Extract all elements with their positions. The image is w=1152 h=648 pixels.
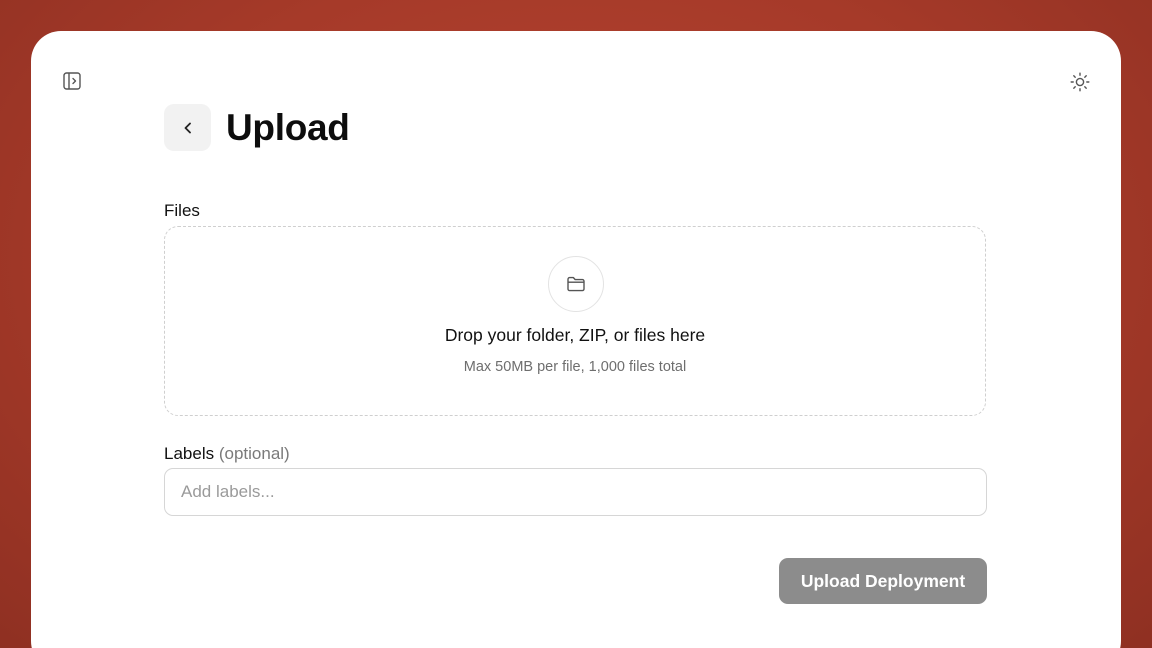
dropzone-subtitle: Max 50MB per file, 1,000 files total [463, 359, 687, 375]
sun-icon[interactable] [1070, 72, 1090, 92]
labels-optional-hint: (optional) [218, 444, 290, 463]
page-title: Upload [226, 107, 350, 148]
folder-icon [548, 256, 604, 312]
app-window: Upload Files Drop your folder, ZIP, or f… [31, 31, 1121, 648]
files-label: Files [164, 201, 200, 220]
dropzone-title: Drop your folder, ZIP, or files here [444, 325, 706, 345]
page-header: Upload [164, 104, 350, 151]
labels-input[interactable] [164, 468, 987, 516]
file-dropzone[interactable]: Drop your folder, ZIP, or files here Max… [164, 226, 986, 416]
upload-deployment-button[interactable]: Upload Deployment [779, 558, 987, 604]
sidebar-toggle-icon[interactable] [63, 72, 81, 90]
labels-label: Labels (optional) [164, 444, 290, 464]
labels-label-text: Labels [164, 444, 215, 463]
back-button[interactable] [164, 104, 211, 151]
chevron-left-icon [184, 122, 191, 133]
